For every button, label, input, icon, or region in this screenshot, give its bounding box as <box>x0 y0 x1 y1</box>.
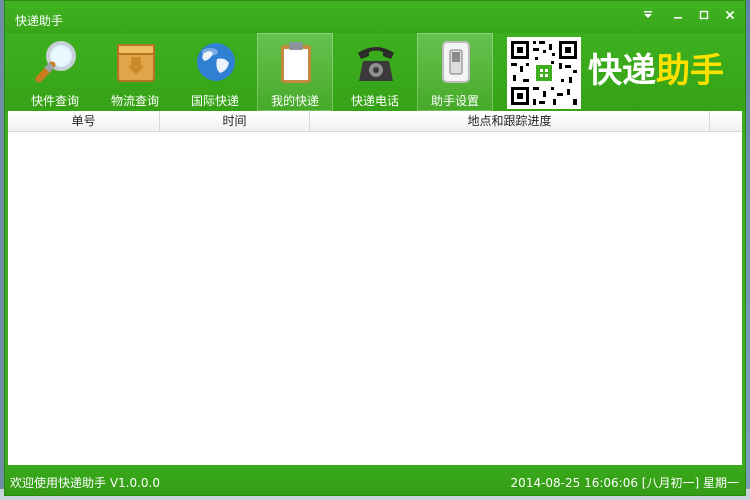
toolbar-item-label: 助手设置 <box>430 94 479 108</box>
column-header-location-progress[interactable]: 地点和跟踪进度 <box>310 111 710 131</box>
telephone-icon <box>358 47 394 81</box>
brand-part-white: 快递 <box>588 51 656 91</box>
app-window: 快递助手 快件查询 物流查询 国际快递 我的快递 快递电话 助手设置 快递助手 … <box>4 0 746 496</box>
toolbar-item-label: 国际快递 <box>190 94 239 108</box>
toolbar-item-express-phone[interactable]: 快递电话 <box>337 33 413 111</box>
dropdown-menu-button[interactable] <box>637 9 659 25</box>
welcome-version-text: 欢迎使用快递助手 V1.0.0.0 <box>10 476 161 490</box>
brand-part-yellow: 助手 <box>656 51 724 91</box>
switch-icon <box>442 41 470 83</box>
maximize-button[interactable] <box>693 9 715 25</box>
column-header-time[interactable]: 时间 <box>160 111 310 131</box>
tracking-table: 单号 时间 地点和跟踪进度 <box>8 111 742 465</box>
toolbar-item-label: 物流查询 <box>110 94 159 108</box>
toolbar-item-label: 我的快递 <box>270 94 319 108</box>
toolbar-item-label: 快递电话 <box>350 94 399 108</box>
toolbar-item-label: 快件查询 <box>30 94 79 108</box>
close-button[interactable] <box>719 9 741 25</box>
maximize-icon <box>699 10 709 20</box>
chevron-down-icon <box>644 11 652 18</box>
minimize-button[interactable] <box>667 9 689 25</box>
column-header-filler <box>710 111 742 131</box>
brand-logo-text: 快递助手 <box>588 51 724 91</box>
status-bar: 欢迎使用快递助手 V1.0.0.0 2014-08-25 16:06:06 [八… <box>5 465 745 495</box>
window-title: 快递助手 <box>15 14 64 28</box>
qr-code-image <box>507 37 581 109</box>
magnifier-icon <box>35 41 76 83</box>
minimize-icon <box>674 17 682 19</box>
package-box-icon <box>117 44 155 82</box>
toolbar-item-international-express[interactable]: 国际快递 <box>177 33 253 111</box>
toolbar-item-logistics-query[interactable]: 物流查询 <box>97 33 173 111</box>
title-bar[interactable]: 快递助手 <box>5 1 745 33</box>
close-icon <box>725 10 735 20</box>
main-toolbar: 快件查询 物流查询 国际快递 我的快递 快递电话 助手设置 快递助手 <box>5 33 745 111</box>
toolbar-item-my-express[interactable]: 我的快递 <box>257 33 333 111</box>
toolbar-item-express-query[interactable]: 快件查询 <box>17 33 93 111</box>
toolbar-item-assistant-settings[interactable]: 助手设置 <box>417 33 493 111</box>
table-body[interactable] <box>8 132 742 465</box>
qr-code-icon <box>507 37 581 109</box>
column-header-tracking-number[interactable]: 单号 <box>8 111 160 131</box>
globe-icon <box>197 43 235 81</box>
clipboard-icon <box>281 42 311 83</box>
table-header: 单号 时间 地点和跟踪进度 <box>8 111 742 132</box>
datetime-text: 2014-08-25 16:06:06 [八月初一] 星期一 <box>510 476 739 490</box>
